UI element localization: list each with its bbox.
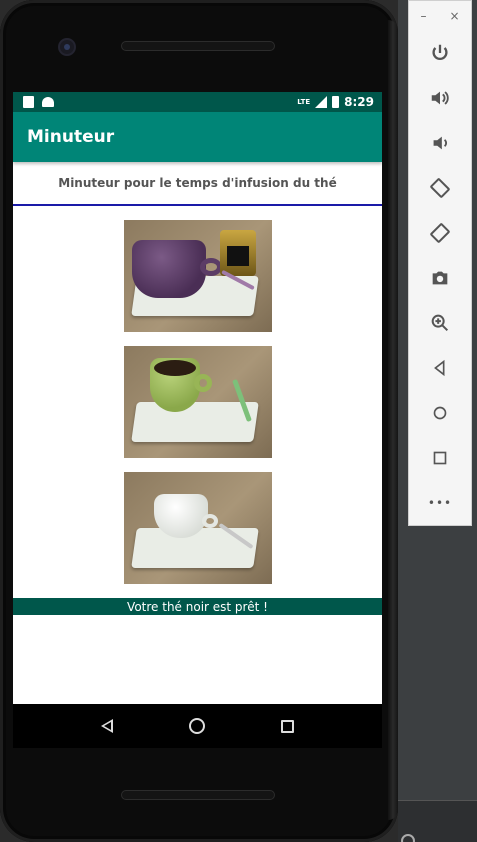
overview-button[interactable]: [420, 435, 460, 480]
app-bar: Minuteur: [13, 112, 382, 162]
subtitle-text: Minuteur pour le temps d'infusion du thé: [58, 176, 337, 190]
navigation-bar: [13, 704, 382, 748]
camera-icon: [432, 271, 448, 285]
volume-up-icon: [431, 91, 449, 105]
stage: LTE 8:29 Minuteur Minuteur pour le temps…: [0, 0, 477, 842]
ide-circle-icon: [401, 834, 415, 842]
more-button[interactable]: •••: [420, 480, 460, 525]
screenshot-button[interactable]: [420, 256, 460, 301]
sd-card-icon: [23, 96, 34, 108]
power-button[interactable]: [420, 31, 460, 76]
ready-message: Votre thé noir est prêt !: [127, 599, 268, 614]
power-icon: [432, 45, 448, 61]
top-speaker: [121, 41, 275, 51]
phone-frame: LTE 8:29 Minuteur Minuteur pour le temps…: [0, 0, 398, 842]
battery-icon: [332, 96, 340, 108]
rotate-right-icon: [430, 223, 450, 243]
minimize-button[interactable]: –: [420, 9, 426, 23]
status-bar: LTE 8:29: [13, 92, 382, 112]
front-camera-icon: [58, 38, 76, 56]
green-cup-photo[interactable]: [123, 346, 272, 458]
bottom-speaker: [121, 790, 275, 800]
zoom-button[interactable]: [420, 300, 460, 345]
signal-icon: [315, 96, 328, 108]
status-time: 8:29: [344, 95, 374, 109]
overview-square-icon: [433, 451, 447, 465]
toolbar-window-controls: – ×: [409, 1, 471, 31]
device-screen: LTE 8:29 Minuteur Minuteur pour le temps…: [13, 92, 382, 704]
emulator-toolbar: – × •••: [408, 0, 472, 526]
purple-cup-photo[interactable]: [123, 220, 272, 332]
home-circle-icon: [433, 406, 447, 420]
tea-image-list: [13, 206, 382, 584]
back-icon[interactable]: [101, 719, 113, 733]
volume-down-icon: [433, 136, 447, 150]
ready-banner: Votre thé noir est prêt !: [13, 598, 382, 615]
app-title: Minuteur: [27, 127, 115, 147]
android-icon: [42, 97, 54, 107]
phone-edge: [388, 20, 398, 820]
home-button[interactable]: [420, 390, 460, 435]
recents-icon[interactable]: [281, 719, 294, 733]
volume-up-button[interactable]: [420, 76, 460, 121]
rotate-left-button[interactable]: [420, 166, 460, 211]
zoom-in-icon: [431, 314, 449, 331]
more-icon: •••: [427, 495, 453, 510]
volume-down-button[interactable]: [420, 121, 460, 166]
home-icon[interactable]: [189, 718, 205, 734]
back-button[interactable]: [420, 345, 460, 390]
lte-label: LTE: [297, 98, 311, 106]
back-triangle-icon: [434, 359, 445, 376]
rotate-right-button[interactable]: [420, 211, 460, 256]
page-subtitle: Minuteur pour le temps d'infusion du thé: [13, 162, 382, 206]
white-cup-photo[interactable]: [123, 472, 272, 584]
close-button[interactable]: ×: [449, 9, 459, 23]
rotate-left-icon: [430, 178, 450, 198]
